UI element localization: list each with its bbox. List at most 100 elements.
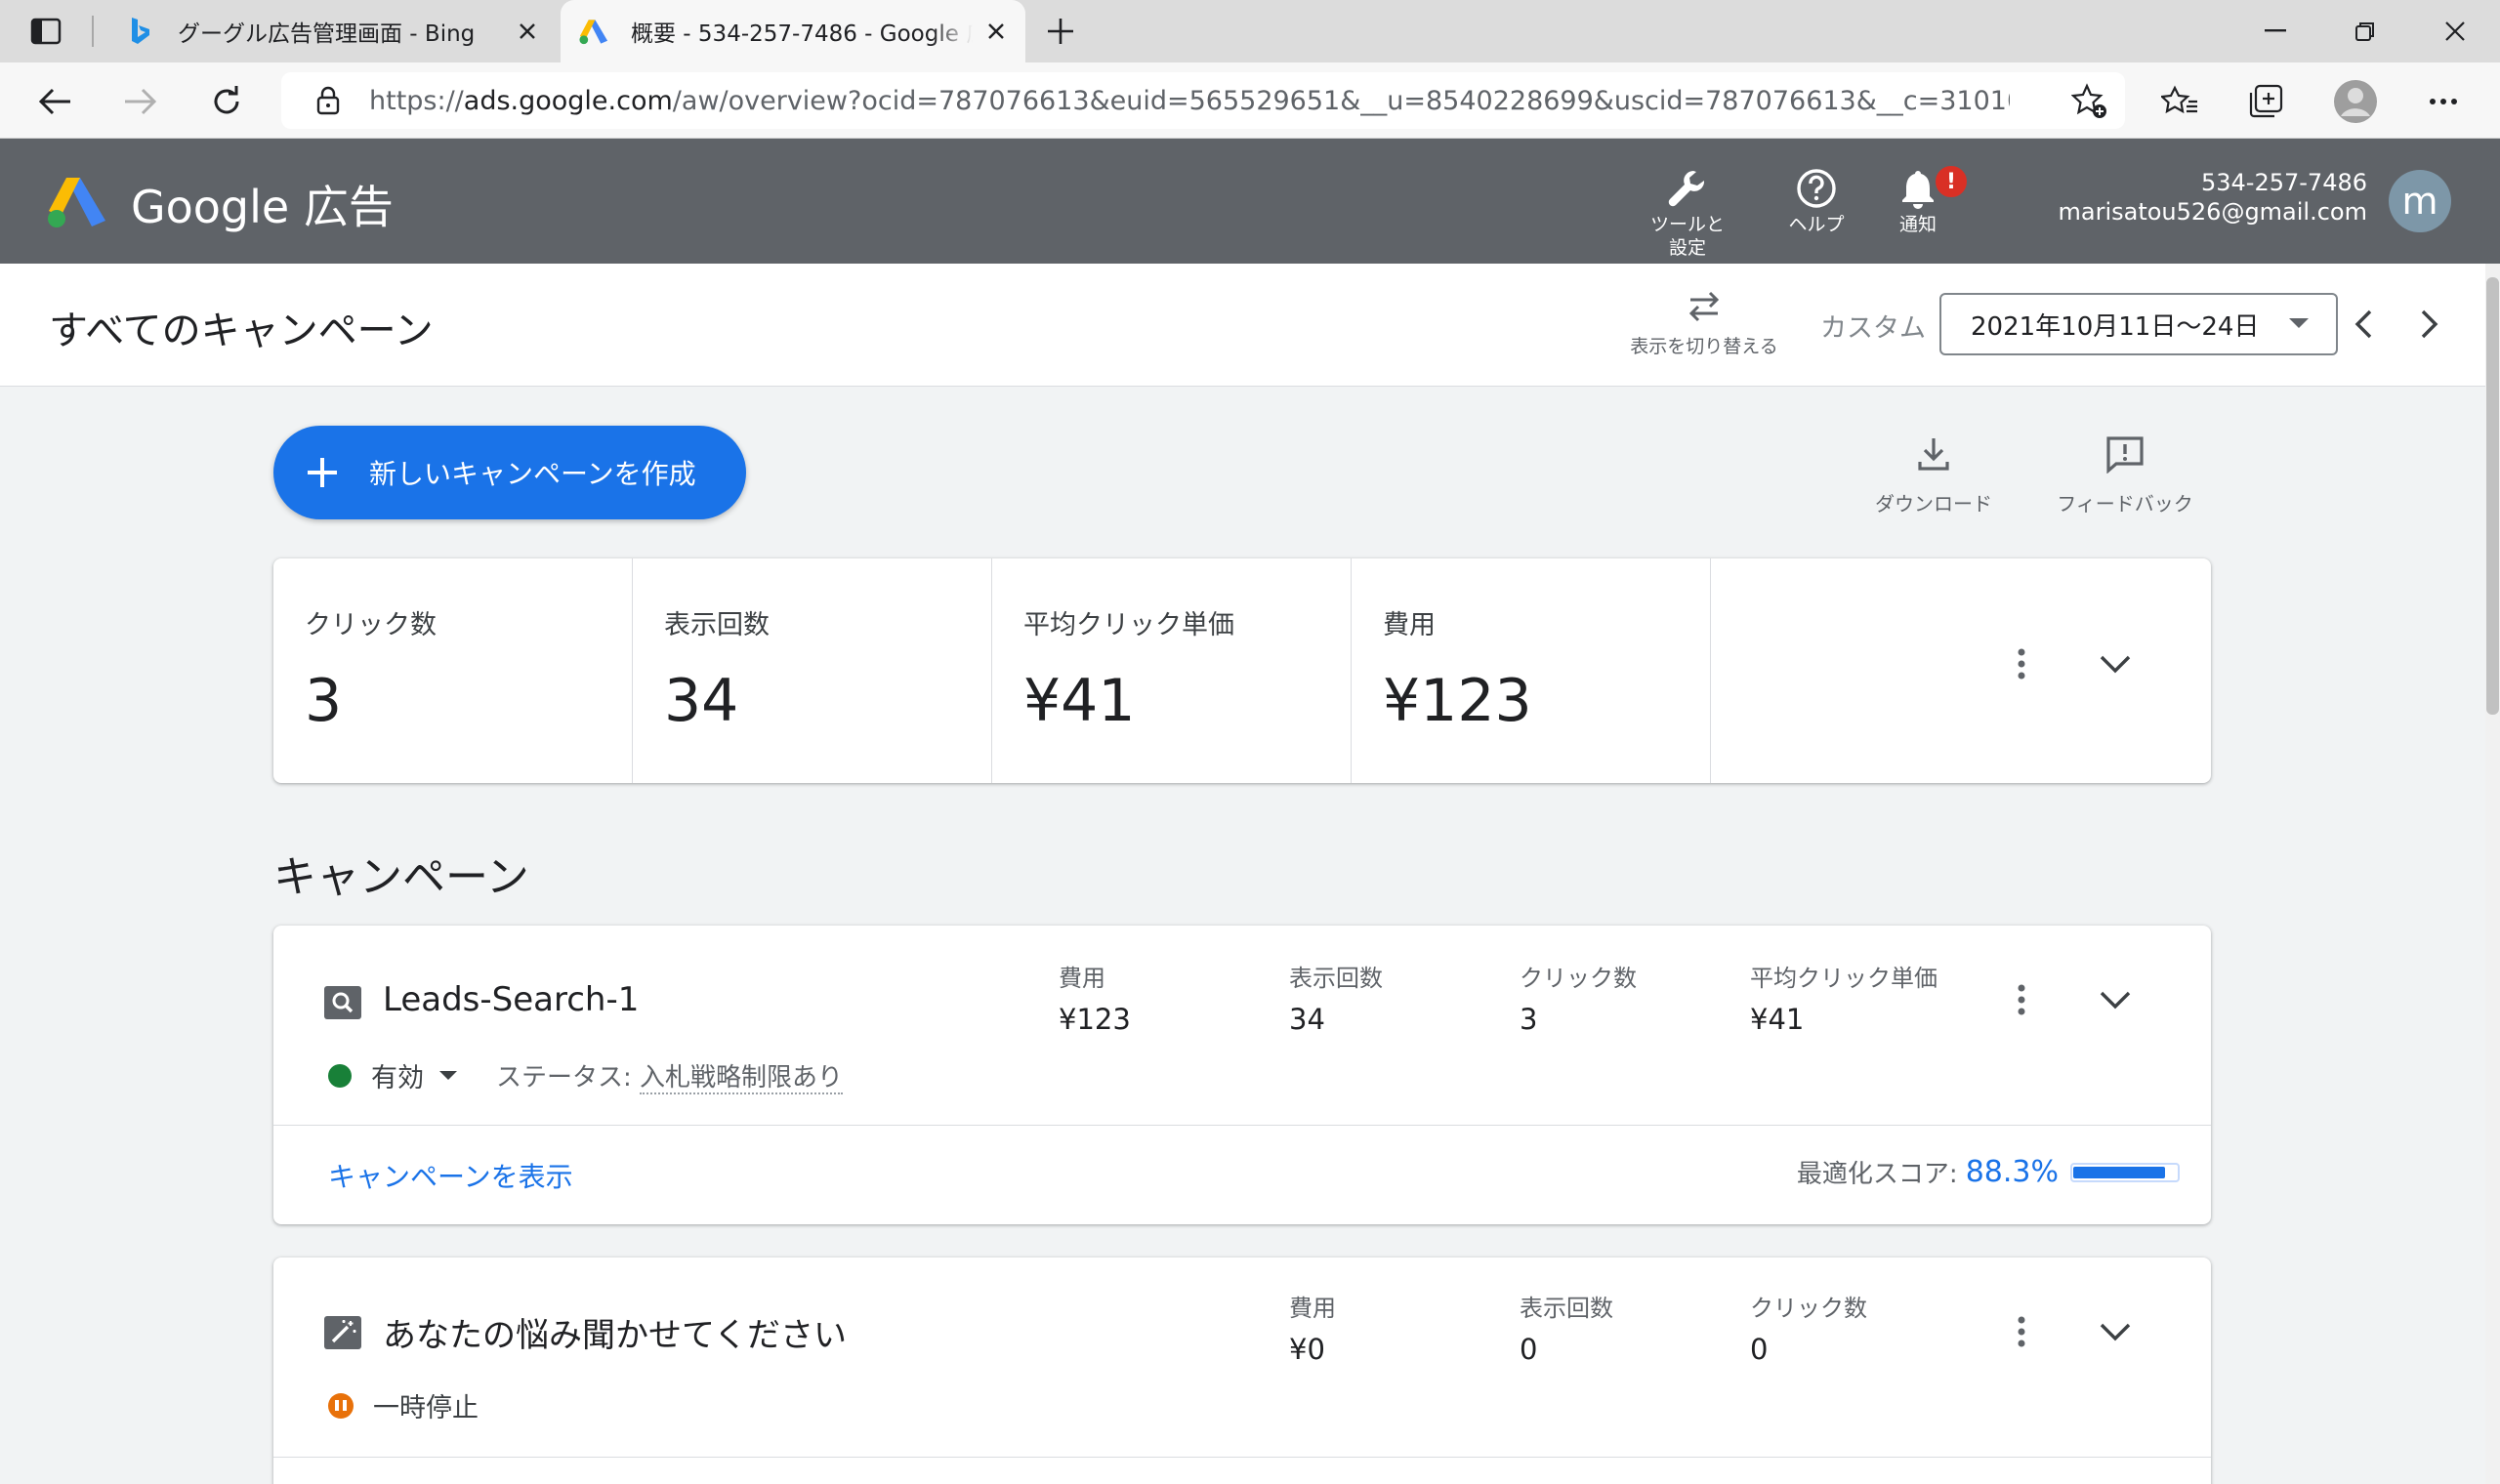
refresh-icon [214,86,239,114]
view-campaign-link[interactable]: キャンペーンを表示 [328,1156,573,1195]
campaign-more-button[interactable] [2002,980,2041,1019]
new-campaign-button[interactable]: 新しいキャンペーンを作成 [273,426,746,519]
date-range-value: 2021年10月11日～24日 [1971,311,2260,342]
favorites-icon [2161,85,2197,114]
chevron-down-icon [2100,991,2131,1010]
favorites-button[interactable] [2154,76,2205,127]
google-ads-favicon [578,16,609,47]
page-title: すべてのキャンペーン [49,309,434,353]
campaign-status-select[interactable]: 有効 [371,1056,424,1094]
back-arrow-icon [38,88,70,115]
tools-settings-button[interactable]: ツールと設定 [1629,164,1746,260]
forward-arrow-icon [125,88,157,115]
minimize-icon [2265,29,2286,32]
caret-down-icon[interactable] [439,1071,457,1080]
tab-close-icon[interactable] [512,16,543,47]
account-info[interactable]: 534-257-7486 marisatou526@gmail.com [2059,168,2368,227]
metric-value: ¥123 [1383,667,1532,735]
restore-button[interactable] [2336,8,2395,55]
metric-label: 表示回数 [1289,965,1383,992]
campaign-more-button[interactable] [2002,1312,2041,1351]
tab-actions-button[interactable] [21,14,70,49]
metric-value: 3 [305,667,343,735]
new-tab-button[interactable] [1041,12,1080,51]
metric-value: ¥123 [1059,1003,1131,1036]
campaign-status[interactable]: 一時停止 [373,1386,479,1424]
metric-value: ¥41 [1023,667,1136,735]
restore-icon [2355,22,2374,41]
avatar[interactable]: m [2389,170,2451,232]
feedback-icon [2047,430,2203,478]
custom-range-label: カスタム [1820,313,1926,344]
campaign-name[interactable]: あなたの悩み聞かせてください [383,1308,847,1356]
date-range-select[interactable]: 2021年10月11日～24日 [1939,293,2338,355]
summary-metric-impressions[interactable]: 表示回数 34 [633,558,992,783]
metric-label: 表示回数 [664,610,770,640]
download-icon [1855,430,2012,478]
scrollbar-thumb[interactable] [2486,277,2499,715]
tab-google-ads[interactable]: 概要 - 534-257-7486 - Google 広告 [561,0,1025,62]
url-text[interactable]: https://ads.google.com/aw/overview?ocid=… [369,86,2010,116]
campaign-metric-impressions: 表示回数 34 [1289,959,1383,1036]
date-prev-button[interactable] [2342,303,2385,346]
switch-view-button[interactable]: 表示を切り替える [1602,285,1807,358]
forward-button[interactable] [115,76,166,127]
profile-avatar-icon [2334,80,2377,123]
plus-icon [1048,19,1073,44]
summary-expand-button[interactable] [2092,640,2139,687]
browser-tab-bar: グーグル広告管理画面 - Bing 概要 - 534-257-7486 - Go… [0,0,2500,62]
campaign-name[interactable]: Leads-Search-1 [383,980,639,1019]
notifications-label: 通知 [1898,214,1937,235]
campaign-expand-button[interactable] [2092,1308,2139,1355]
more-horizontal-icon [2430,99,2457,104]
campaign-metric-clicks: クリック数 0 [1750,1289,1867,1366]
profile-button[interactable] [2330,76,2381,127]
tools-label: ツールと設定 [1649,214,1725,259]
card-divider [273,1457,2211,1458]
help-label: ヘルプ [1788,214,1845,235]
optimization-score[interactable]: 最適化スコア: 88.3% [1797,1154,2180,1190]
download-button[interactable]: ダウンロード [1855,430,2012,516]
more-vertical-icon [2018,1316,2025,1347]
notification-badge: ! [1934,164,1969,199]
swap-arrows-icon [1602,285,1807,328]
add-favorite-icon[interactable] [2070,82,2109,121]
feedback-button[interactable]: フィードバック [2047,430,2203,516]
google-ads-logo-icon[interactable] [45,174,109,228]
summary-metric-avg-cpc[interactable]: 平均クリック単価 ¥41 [992,558,1352,783]
new-campaign-label: 新しいキャンペーンを作成 [369,458,696,490]
help-button[interactable]: ヘルプ [1758,164,1875,236]
metric-label: 表示回数 [1520,1295,1613,1322]
close-window-button[interactable] [2426,8,2484,55]
tab-title: グーグル広告管理画面 - Bing [178,21,476,47]
back-button[interactable] [29,76,80,127]
more-vertical-icon [2018,648,2025,680]
summary-metric-cost[interactable]: 費用 ¥123 [1352,558,1711,783]
summary-metric-clicks[interactable]: クリック数 3 [273,558,633,783]
minimize-button[interactable] [2246,8,2305,55]
refresh-button[interactable] [201,76,252,127]
ads-brand[interactable]: Google 広告 [131,172,394,236]
status-detail-label: ステータス: [496,1063,632,1092]
campaign-metric-cost: 費用 ¥123 [1059,959,1131,1036]
metric-value: 34 [1289,1003,1325,1036]
campaign-expand-button[interactable] [2092,976,2139,1023]
status-active-icon [328,1063,352,1088]
status-detail-value: 入札戦略制限あり [640,1063,844,1094]
campaign-status-detail[interactable]: ステータス: 入札戦略制限あり [496,1057,844,1094]
account-id: 534-257-7486 [2200,169,2367,196]
metric-label: クリック数 [1750,1295,1867,1322]
campaign-metric-cost: 費用 ¥0 [1289,1289,1336,1366]
notifications-button[interactable]: 通知 ! [1859,164,1977,236]
lock-icon[interactable] [309,86,348,115]
tab-close-icon[interactable] [980,16,1012,47]
address-bar[interactable]: https://ads.google.com/aw/overview?ocid=… [281,72,2125,129]
tab-bing[interactable]: グーグル広告管理画面 - Bing [107,0,557,62]
collections-button[interactable] [2240,76,2291,127]
summary-more-button[interactable] [2002,644,2041,683]
magic-wand-campaign-icon [324,1314,361,1351]
date-next-button[interactable] [2408,303,2451,346]
settings-more-button[interactable] [2418,76,2469,127]
chevron-left-icon [2354,309,2372,339]
metric-value: ¥0 [1289,1333,1325,1366]
